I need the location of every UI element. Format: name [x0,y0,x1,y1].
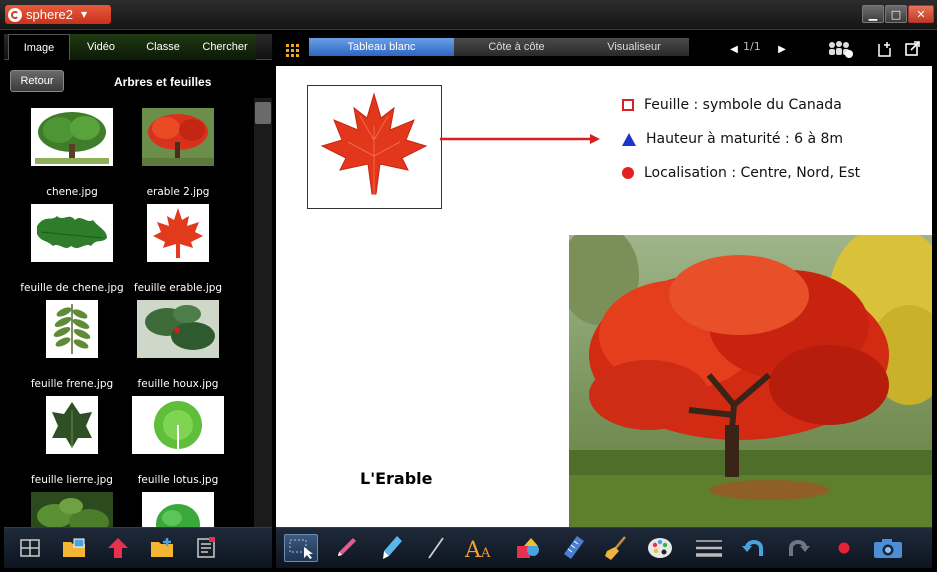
media-tabs: Image Vidéo Classe Chercher [4,34,272,60]
info-row-location: Localisation : Centre, Nord, Est [622,165,860,181]
highlighter-icon[interactable] [378,534,406,562]
undo-icon[interactable] [740,534,768,562]
back-button[interactable]: Retour [10,70,64,92]
board-title: L'Erable [360,469,433,488]
red-maple-tree-thumbnail-icon [142,108,214,166]
whiteboard-canvas[interactable]: Feuille : symbole du Canada Hauteur à ma… [276,66,932,527]
app-name: sphere2 [26,7,73,22]
oak-leaf-thumbnail-icon [31,204,113,262]
file-name: feuille de chene.jpg [20,282,124,294]
shapes-icon[interactable] [514,534,542,562]
maple-tree-photo[interactable] [569,235,932,527]
text-icon[interactable]: AA [464,534,496,562]
scroll-thumb[interactable] [255,102,271,124]
file-item[interactable]: feuille de chene.jpg [17,204,127,300]
redo-icon[interactable] [784,534,812,562]
minimize-button[interactable]: ▁ [862,5,884,23]
file-item[interactable]: chene.jpg [17,108,127,204]
info-text: Hauteur à maturité : 6 à 8m [646,131,844,147]
holly-leaf-thumbnail-icon [137,300,219,358]
info-row-leaf: Feuille : symbole du Canada [622,97,842,113]
triangle-marker-icon [622,132,636,146]
folder-image-icon[interactable] [60,534,88,562]
square-marker-icon [622,99,634,111]
color-palette-icon[interactable] [646,534,674,562]
ruler-icon[interactable] [560,534,588,562]
select-icon[interactable] [284,534,318,562]
file-item[interactable] [123,492,233,527]
app-menu-button[interactable]: sphere2 ▼ [5,5,111,24]
layout-icon[interactable] [16,534,44,562]
tab-visualiseur[interactable]: Visualiseur [579,38,689,56]
tab-tableau-blanc[interactable]: Tableau blanc [309,38,454,56]
svg-text:A: A [464,538,482,560]
tab-image[interactable]: Image [8,34,70,60]
drawing-toolbar: AA [276,527,932,568]
export-icon[interactable] [903,40,921,58]
file-item[interactable]: feuille lotus.jpg [123,396,233,492]
sphere-logo-icon [8,7,22,22]
media-panel: Image Vidéo Classe Chercher Retour Arbre… [4,34,272,527]
page-indicator: 1/1 [743,40,761,53]
eraser-broom-icon[interactable] [602,534,630,562]
file-item[interactable]: erable 2.jpg [123,108,233,204]
tab-chercher[interactable]: Chercher [194,34,256,60]
next-page-icon[interactable]: ▶ [773,40,791,58]
maple-leaf-thumbnail-icon [147,204,209,262]
file-name: chene.jpg [46,186,98,198]
file-item[interactable] [17,492,127,527]
ash-leaf-thumbnail-icon [46,300,98,358]
file-grid-scrollbar[interactable] [254,98,272,527]
file-name: feuille lotus.jpg [137,474,219,486]
file-grid: chene.jpg erable 2.jpg feuille de chene.… [4,98,254,527]
file-name: erable 2.jpg [146,186,210,198]
board-header: Tableau blanc Côte à côte Visualiseur ◀ … [277,34,933,64]
info-text: Localisation : Centre, Nord, Est [644,165,861,181]
lotus-leaf-thumbnail-icon [132,396,224,454]
dot-marker-icon [622,167,634,179]
file-name: feuille lierre.jpg [31,474,113,486]
svg-text:A: A [480,546,491,560]
properties-icon[interactable] [192,534,220,562]
dropdown-caret-icon: ▼ [80,10,88,19]
title-bar: sphere2 ▼ ▁ □ ✕ [0,0,937,30]
info-text: Feuille : symbole du Canada [644,97,842,113]
info-row-height: Hauteur à maturité : 6 à 8m [622,131,843,147]
record-icon[interactable] [830,534,858,562]
camera-icon[interactable] [872,534,904,562]
arrow-connector [440,134,600,144]
tab-cote-a-cote[interactable]: Côte à côte [454,38,579,56]
upload-arrow-icon[interactable] [104,534,132,562]
maple-leaf-image[interactable] [307,85,442,209]
file-item[interactable]: feuille erable.jpg [123,204,233,300]
prev-page-icon[interactable]: ◀ [725,40,743,58]
tab-classe[interactable]: Classe [132,34,194,60]
add-page-icon[interactable] [875,40,893,58]
tab-video[interactable]: Vidéo [70,34,132,60]
grid-view-icon[interactable] [286,43,300,57]
file-name: feuille houx.jpg [137,378,219,390]
file-name: feuille frene.jpg [30,378,114,390]
ivy-leaf-thumbnail-icon [46,396,98,454]
users-icon[interactable] [827,40,853,58]
maximize-button[interactable]: □ [885,5,907,23]
media-toolbar [4,527,272,568]
file-item[interactable]: feuille lierre.jpg [17,396,127,492]
oak-tree-thumbnail-icon [31,108,113,166]
close-button[interactable]: ✕ [908,5,934,23]
file-item[interactable]: feuille frene.jpg [17,300,127,396]
line-icon[interactable] [422,534,450,562]
new-folder-icon[interactable] [148,534,176,562]
file-item[interactable]: feuille houx.jpg [123,300,233,396]
pen-icon[interactable] [332,534,360,562]
folder-header: Retour Arbres et feuilles [4,67,272,93]
leaf-thumbnail-icon [31,492,113,527]
mint-leaf-thumbnail-icon [142,492,214,527]
line-width-icon[interactable] [692,534,726,562]
folder-title: Arbres et feuilles [114,75,212,89]
file-name: feuille erable.jpg [133,282,223,294]
